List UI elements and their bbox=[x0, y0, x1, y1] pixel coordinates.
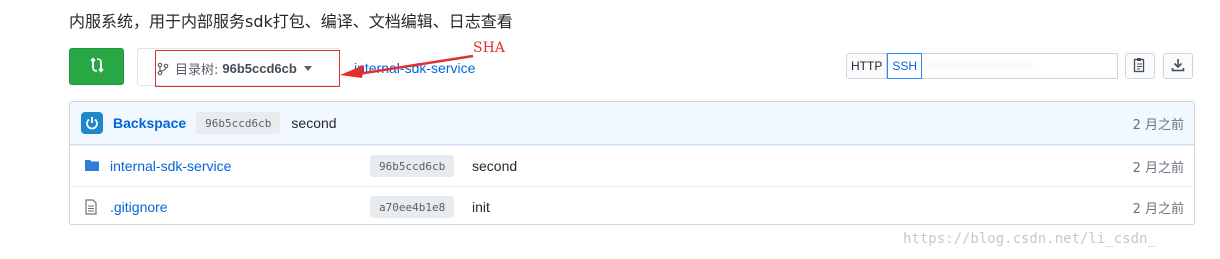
clone-url-group: HTTP SSH ······················· bbox=[846, 53, 1119, 79]
list-item: internal-sdk-service 96b5ccd6cb second 2… bbox=[70, 145, 1194, 186]
folder-icon bbox=[84, 158, 100, 175]
http-button[interactable]: HTTP bbox=[846, 53, 888, 79]
download-icon bbox=[1171, 58, 1185, 75]
watermark: https://blog.csdn.net/li_csdn_ bbox=[903, 231, 1156, 247]
file-age: 2 月之前 bbox=[1132, 160, 1184, 176]
file-icon bbox=[84, 199, 98, 218]
copy-url-button[interactable] bbox=[1125, 53, 1155, 79]
clone-url-input[interactable]: ······················· bbox=[922, 53, 1119, 79]
file-commit-message[interactable]: init bbox=[472, 199, 490, 215]
commit-author[interactable]: Backspace bbox=[113, 115, 186, 131]
file-sha-chip[interactable]: a70ee4b1e8 bbox=[370, 196, 455, 218]
compare-button[interactable] bbox=[69, 48, 124, 85]
compare-icon bbox=[89, 57, 104, 76]
file-commit-message[interactable]: second bbox=[472, 158, 517, 174]
file-name[interactable]: internal-sdk-service bbox=[110, 158, 231, 174]
ssh-button[interactable]: SSH bbox=[887, 53, 923, 79]
commit-sha-chip[interactable]: 96b5ccd6cb bbox=[196, 112, 281, 134]
branch-prefix: 目录树: bbox=[175, 63, 219, 78]
clone-url-text: ······················· bbox=[926, 60, 1034, 72]
chevron-down-icon bbox=[303, 66, 312, 71]
commit-message[interactable]: second bbox=[291, 115, 336, 131]
file-table: Backspace 96b5ccd6cb second 2 月之前 intern… bbox=[69, 101, 1195, 225]
latest-commit-bar: Backspace 96b5ccd6cb second 2 月之前 bbox=[70, 102, 1194, 145]
file-age: 2 月之前 bbox=[1132, 201, 1184, 217]
file-name[interactable]: .gitignore bbox=[110, 199, 168, 215]
branch-select[interactable]: 目录树: 96b5ccd6cb bbox=[155, 50, 340, 87]
clipboard-icon bbox=[1133, 57, 1147, 76]
commit-age: 2 月之前 bbox=[1132, 117, 1184, 133]
branch-sha: 96b5ccd6cb bbox=[222, 61, 297, 76]
list-item: .gitignore a70ee4b1e8 init 2 月之前 bbox=[70, 186, 1194, 224]
avatar[interactable] bbox=[81, 112, 103, 134]
branch-icon bbox=[157, 62, 169, 76]
power-icon bbox=[86, 117, 98, 130]
file-sha-chip[interactable]: 96b5ccd6cb bbox=[370, 155, 455, 177]
annotation-arrow-icon bbox=[340, 54, 474, 78]
download-button[interactable] bbox=[1163, 53, 1193, 79]
repo-description: 内服系统，用于内部服务sdk打包、编译、文档编辑、日志查看 bbox=[69, 12, 513, 31]
